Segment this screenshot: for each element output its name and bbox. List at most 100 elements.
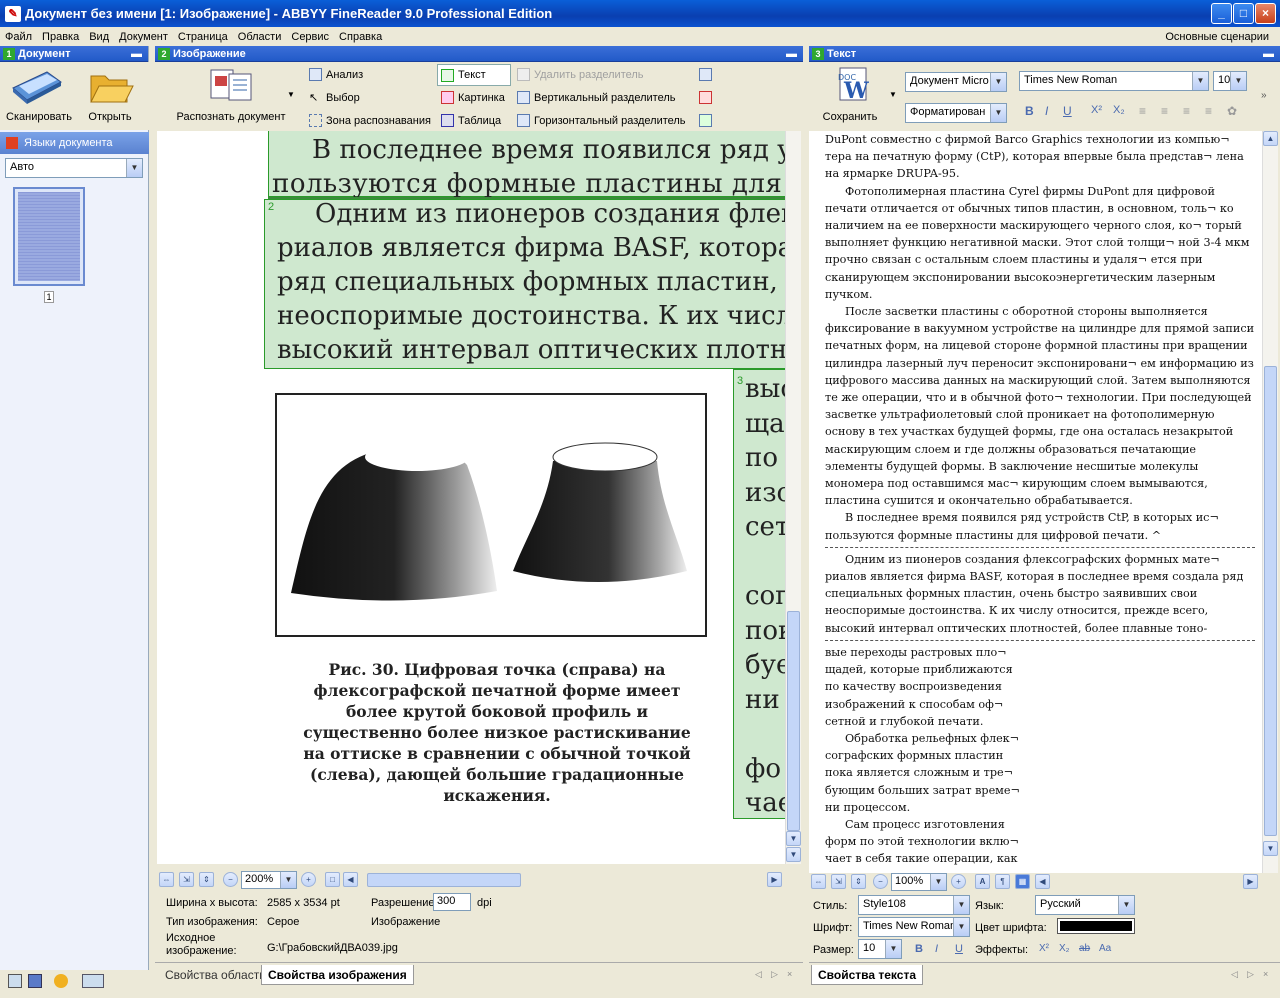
tab-prev-icon[interactable]: ◁ xyxy=(755,969,762,980)
view-mode-icon[interactable] xyxy=(82,974,104,988)
text-language-select[interactable]: Русский ▼ xyxy=(1035,895,1135,915)
menu-edit[interactable]: Правка xyxy=(37,31,84,43)
scroll-left-icon[interactable]: ◀ xyxy=(343,872,358,887)
select-tool[interactable]: ↖ Выбор xyxy=(309,91,360,105)
app-icon[interactable]: ✎ xyxy=(5,5,21,22)
tab-area-properties[interactable]: Свойства области xyxy=(159,965,272,985)
zoom-area-icon[interactable] xyxy=(699,68,712,81)
bold-effect-button[interactable]: B xyxy=(915,943,923,955)
tab-close-icon[interactable]: × xyxy=(787,969,792,979)
subscript-effect-button[interactable]: X₂ xyxy=(1059,943,1070,954)
pin-icon[interactable]: ▬ xyxy=(1263,48,1274,60)
font-select[interactable]: Times New Roman ▼ xyxy=(1019,71,1209,91)
italic-button[interactable]: I xyxy=(1045,104,1048,118)
tab-text-properties[interactable]: Свойства текста xyxy=(811,965,923,985)
image-vertical-scrollbar[interactable]: ▼ ▼ xyxy=(785,131,801,864)
zoom-in-icon[interactable]: + xyxy=(301,872,316,887)
menu-help[interactable]: Справка xyxy=(334,31,387,43)
fit-width-icon[interactable]: ⇔ xyxy=(811,874,826,889)
font-size-select[interactable]: 10 ▼ xyxy=(1213,71,1247,91)
page-thumbnail[interactable] xyxy=(13,187,85,286)
align-center-icon[interactable]: ≡ xyxy=(1161,104,1168,118)
toolbar-options-icon[interactable]: » xyxy=(1261,90,1267,101)
menu-document[interactable]: Документ xyxy=(114,31,173,43)
edit-area-icon[interactable] xyxy=(699,114,712,127)
recognize-button[interactable]: Распознать документ xyxy=(161,66,301,126)
scan-button[interactable]: Сканировать xyxy=(6,68,72,128)
spellcheck-icon[interactable]: ✿ xyxy=(1227,104,1237,118)
save-dropdown-icon[interactable]: ▼ xyxy=(889,90,897,99)
fit-height-icon[interactable]: ⇕ xyxy=(851,874,866,889)
main-scenarios-link[interactable]: Основные сценарии xyxy=(1160,31,1274,43)
underline-effect-button[interactable]: U xyxy=(955,943,963,955)
zoom-out-icon[interactable]: − xyxy=(873,874,888,889)
text-editor[interactable]: DuPont совместно с фирмой Barco Graphics… xyxy=(809,131,1262,873)
scroll-thumb[interactable] xyxy=(1264,366,1277,836)
view-toggle-icon[interactable]: ▦ xyxy=(1015,874,1030,889)
resolution-input[interactable]: 300 xyxy=(433,893,471,911)
scroll-left-icon[interactable]: ◀ xyxy=(1035,874,1050,889)
fit-width-icon[interactable]: ⇔ xyxy=(159,872,174,887)
recognize-dropdown-icon[interactable]: ▼ xyxy=(287,90,295,99)
scroll-up-icon[interactable]: ▲ xyxy=(1263,131,1278,146)
menu-tools[interactable]: Сервис xyxy=(286,31,334,43)
bold-button[interactable]: B xyxy=(1025,104,1034,118)
maximize-button[interactable]: □ xyxy=(1233,3,1254,24)
pin-icon[interactable]: ▬ xyxy=(786,48,797,60)
font-color-picker[interactable] xyxy=(1057,918,1135,934)
zoom-in-icon[interactable]: + xyxy=(951,874,966,889)
horizontal-scroll-thumb[interactable] xyxy=(367,873,521,887)
delete-area-icon[interactable] xyxy=(699,91,712,104)
delete-separator-tool[interactable]: Удалить разделитель xyxy=(517,68,644,81)
close-button[interactable]: × xyxy=(1255,3,1276,24)
pilcrow-icon[interactable]: ¶ xyxy=(995,874,1010,889)
fit-page-icon[interactable]: ⇲ xyxy=(831,874,846,889)
tab-next-icon[interactable]: ▷ xyxy=(1247,969,1254,980)
scroll-down-icon[interactable]: ▼ xyxy=(786,831,801,846)
vertical-separator-tool[interactable]: Вертикальный разделитель xyxy=(517,91,675,104)
fit-page-icon[interactable]: ⇲ xyxy=(179,872,194,887)
recognition-zone-tool[interactable]: Зона распознавания xyxy=(309,114,431,127)
scroll-down-icon[interactable]: ▼ xyxy=(786,847,801,862)
menu-view[interactable]: Вид xyxy=(84,31,114,43)
save-icon[interactable] xyxy=(28,974,42,988)
text-font-select[interactable]: Times New Roman ▼ xyxy=(858,917,970,937)
scroll-thumb[interactable] xyxy=(787,611,800,831)
options-icon[interactable] xyxy=(54,974,68,988)
document-mode-select[interactable]: Документ Micro ▼ xyxy=(905,72,1007,92)
small-caps-icon[interactable]: Aa xyxy=(1099,943,1111,954)
new-icon[interactable] xyxy=(8,974,22,988)
superscript-button[interactable]: X² xyxy=(1091,104,1102,116)
text-size-select[interactable]: 10 ▼ xyxy=(858,939,902,959)
align-left-icon[interactable]: ≡ xyxy=(1139,104,1146,118)
tab-close-icon[interactable]: × xyxy=(1263,969,1268,979)
zoom-out-icon[interactable]: − xyxy=(223,872,238,887)
zoom-area-icon[interactable]: □ xyxy=(325,872,340,887)
image-canvas[interactable]: В последнее время появился ряд ус пользу… xyxy=(157,131,785,864)
underline-button[interactable]: U xyxy=(1063,104,1072,118)
tab-next-icon[interactable]: ▷ xyxy=(771,969,778,980)
image-zoom-select[interactable]: 200% ▼ xyxy=(241,871,297,889)
picture-tool[interactable]: Картинка xyxy=(441,91,505,104)
style-select[interactable]: Style108 ▼ xyxy=(858,895,970,915)
menu-file[interactable]: Файл xyxy=(0,31,37,43)
save-button[interactable]: DOC W Сохранить xyxy=(815,66,885,126)
minimize-button[interactable]: _ xyxy=(1211,3,1232,24)
open-button[interactable]: Открыть xyxy=(80,68,140,128)
scroll-down-icon[interactable]: ▼ xyxy=(1263,841,1278,856)
text-format-icon[interactable]: A xyxy=(975,874,990,889)
scroll-right-icon[interactable]: ▶ xyxy=(767,872,782,887)
subscript-button[interactable]: X₂ xyxy=(1113,104,1125,116)
fit-height-icon[interactable]: ⇕ xyxy=(199,872,214,887)
text-zoom-select[interactable]: 100% ▼ xyxy=(891,873,947,891)
languages-header[interactable]: Языки документа xyxy=(0,132,149,154)
align-justify-icon[interactable]: ≡ xyxy=(1205,104,1212,118)
tab-prev-icon[interactable]: ◁ xyxy=(1231,969,1238,980)
horizontal-separator-tool[interactable]: Горизонтальный разделитель xyxy=(517,114,686,127)
pin-icon[interactable]: ▬ xyxy=(131,48,142,60)
text-tool[interactable]: Текст xyxy=(437,64,511,86)
analyze-tool[interactable]: Анализ xyxy=(309,68,363,81)
tab-image-properties[interactable]: Свойства изображения xyxy=(261,965,414,985)
menu-page[interactable]: Страница xyxy=(173,31,233,43)
align-right-icon[interactable]: ≡ xyxy=(1183,104,1190,118)
